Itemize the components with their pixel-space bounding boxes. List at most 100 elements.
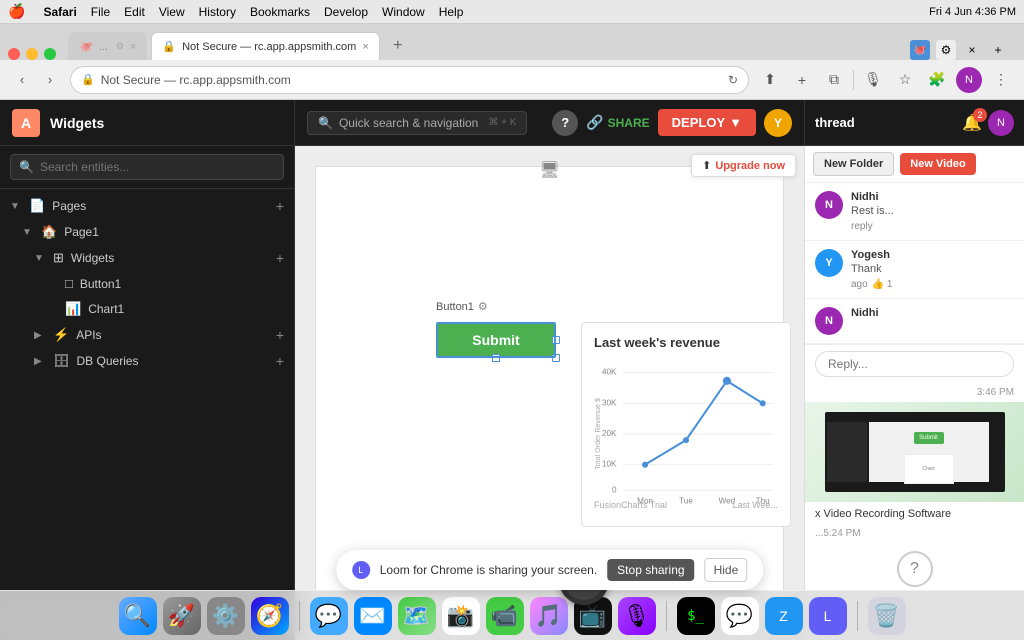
bookmark-star-btn[interactable]: ☆ xyxy=(892,67,918,93)
user-profile-btn[interactable]: N xyxy=(956,67,982,93)
video-panel-buttons: New Folder New Video xyxy=(805,146,1024,183)
comment-1-text: Rest is... xyxy=(851,205,1014,217)
extensions-btn[interactable]: ⋮ xyxy=(988,67,1014,93)
mic-btn[interactable]: 🎙 xyxy=(860,67,886,93)
add-widget-btn[interactable]: + xyxy=(276,250,284,266)
resize-handle-right[interactable] xyxy=(552,336,560,344)
widget-name-label: Button1 xyxy=(436,301,474,313)
share-label: SHARE xyxy=(608,116,650,130)
comment-1-reply[interactable]: reply xyxy=(851,221,873,232)
dock-finder[interactable]: 🔍 xyxy=(119,597,157,635)
add-db-btn[interactable]: + xyxy=(276,353,284,369)
dock-mail[interactable]: ✉️ xyxy=(354,597,392,635)
help-circle-btn[interactable]: ? xyxy=(805,541,1024,597)
dock-launchpad[interactable]: 🚀 xyxy=(163,597,201,635)
new-tab-bar-btn[interactable]: + xyxy=(789,67,815,93)
dock-slack[interactable]: 💬 xyxy=(721,597,759,635)
new-tab-button[interactable]: + xyxy=(384,32,412,60)
inactive-tab-close[interactable]: × xyxy=(130,41,136,53)
menu-help[interactable]: Help xyxy=(439,5,464,19)
comment-2-text: Thank xyxy=(851,263,1014,275)
dock-safari[interactable]: 🧭 xyxy=(251,597,289,635)
browser-ext-icon-1[interactable]: 🐙 xyxy=(910,40,930,60)
dock-separator-2 xyxy=(666,601,667,631)
widgets-item[interactable]: ▼ ⊞ Widgets + xyxy=(0,245,294,271)
menu-history[interactable]: History xyxy=(199,5,236,19)
add-api-btn[interactable]: + xyxy=(276,327,284,343)
db-queries-item[interactable]: ▶ 🗄 DB Queries + xyxy=(0,348,294,374)
button1-item[interactable]: ▶ □ Button1 xyxy=(0,271,294,296)
device-preview-btn[interactable]: 🖥 xyxy=(535,156,563,184)
hide-button[interactable]: Hide xyxy=(705,558,748,582)
chart-widget[interactable]: Last week's revenue 40K 30K 20K 10K 0 xyxy=(581,322,791,527)
dock-photos[interactable]: 📸 xyxy=(442,597,480,635)
app-title: Widgets xyxy=(50,115,282,131)
widgets-arrow: ▼ xyxy=(34,253,46,264)
widget-settings-icon[interactable]: ⚙ xyxy=(478,300,488,313)
tab-grid-btn[interactable]: ⧉ xyxy=(821,67,847,93)
help-button[interactable]: ? xyxy=(552,110,578,136)
dock-itunes[interactable]: 🎵 xyxy=(530,597,568,635)
resize-handle-bottom[interactable] xyxy=(492,354,500,362)
puzzle-btn[interactable]: 🧩 xyxy=(924,67,950,93)
apple-menu[interactable]: 🍎 xyxy=(8,3,25,20)
stop-sharing-button[interactable]: Stop sharing xyxy=(607,559,694,581)
resize-handle-corner[interactable] xyxy=(552,354,560,362)
deploy-button[interactable]: DEPLOY ▼ xyxy=(658,109,756,136)
add-page-btn[interactable]: + xyxy=(276,198,284,214)
address-bar[interactable]: 🔒 Not Secure — rc.app.appsmith.com ↻ xyxy=(70,66,749,94)
upgrade-banner[interactable]: ⬆ Upgrade now xyxy=(691,154,796,177)
menu-datetime: Fri 4 Jun 4:36 PM xyxy=(929,6,1016,18)
close-button[interactable] xyxy=(8,48,20,60)
search-shortcut: ⌘ + K xyxy=(488,117,516,128)
apis-item[interactable]: ▶ ⚡ APIs + xyxy=(0,322,294,348)
page1-arrow: ▼ xyxy=(22,227,34,238)
chart1-item[interactable]: ▶ 📊 Chart1 xyxy=(0,296,294,322)
menu-view[interactable]: View xyxy=(159,5,185,19)
menu-develop[interactable]: Develop xyxy=(324,5,368,19)
menu-file[interactable]: File xyxy=(91,5,110,19)
inactive-tab[interactable]: 🐙 ... ⚙ × xyxy=(68,32,147,60)
comment-2-body: Yogesh Thank ago 👍 1 xyxy=(851,249,1014,290)
menu-bookmarks[interactable]: Bookmarks xyxy=(250,5,310,19)
share-page-btn[interactable]: ⬆ xyxy=(757,67,783,93)
menu-safari[interactable]: Safari xyxy=(43,5,76,19)
right-panel-avatar[interactable]: N xyxy=(988,110,1014,136)
minimize-button[interactable] xyxy=(26,48,38,60)
forward-button[interactable]: › xyxy=(38,68,62,92)
notification-bell[interactable]: 🔔 2 xyxy=(962,113,982,133)
pages-header[interactable]: ▼ 📄 Pages + xyxy=(0,193,294,219)
user-avatar-btn[interactable]: Y xyxy=(764,109,792,137)
dock-podcasts[interactable]: 🎙 xyxy=(618,597,656,635)
dock-messages[interactable]: 💬 xyxy=(310,597,348,635)
dock-settings[interactable]: ⚙️ xyxy=(207,597,245,635)
new-video-button[interactable]: New Video xyxy=(900,153,975,175)
tab-close-btn[interactable]: × xyxy=(362,41,368,53)
dock-loom[interactable]: L xyxy=(809,597,847,635)
browser-new-window[interactable]: + xyxy=(988,40,1008,60)
new-folder-button[interactable]: New Folder xyxy=(813,152,894,176)
entity-search-wrap[interactable]: 🔍 xyxy=(10,154,284,180)
menu-edit[interactable]: Edit xyxy=(124,5,145,19)
browser-ext-icon-2[interactable]: ⚙ xyxy=(936,40,956,60)
page1-item[interactable]: ▼ 🏠 Page1 xyxy=(0,219,294,245)
button-widget[interactable]: Button1 ⚙ Submit xyxy=(436,322,556,358)
active-tab[interactable]: 🔒 Not Secure — rc.app.appsmith.com × xyxy=(151,32,379,60)
submit-button[interactable]: Submit xyxy=(436,322,556,358)
fullscreen-button[interactable] xyxy=(44,48,56,60)
refresh-icon[interactable]: ↻ xyxy=(728,73,738,87)
dock-maps[interactable]: 🗺️ xyxy=(398,597,436,635)
dock-terminal[interactable]: $_ xyxy=(677,597,715,635)
entity-search-input[interactable] xyxy=(40,160,275,174)
dock-facetime[interactable]: 📹 xyxy=(486,597,524,635)
dock-trash[interactable]: 🗑️ xyxy=(868,597,906,635)
search-bar[interactable]: 🔍 Quick search & navigation ⌘ + K xyxy=(307,111,527,135)
share-button[interactable]: 🔗 SHARE xyxy=(586,114,649,131)
dock-zoom[interactable]: Z xyxy=(765,597,803,635)
browser-ext-close[interactable]: × xyxy=(962,40,982,60)
back-button[interactable]: ‹ xyxy=(10,68,34,92)
comment-2-ago[interactable]: ago xyxy=(851,279,868,290)
menu-window[interactable]: Window xyxy=(382,5,425,19)
reply-input[interactable] xyxy=(828,357,1001,371)
reply-input-wrap[interactable] xyxy=(815,351,1014,377)
